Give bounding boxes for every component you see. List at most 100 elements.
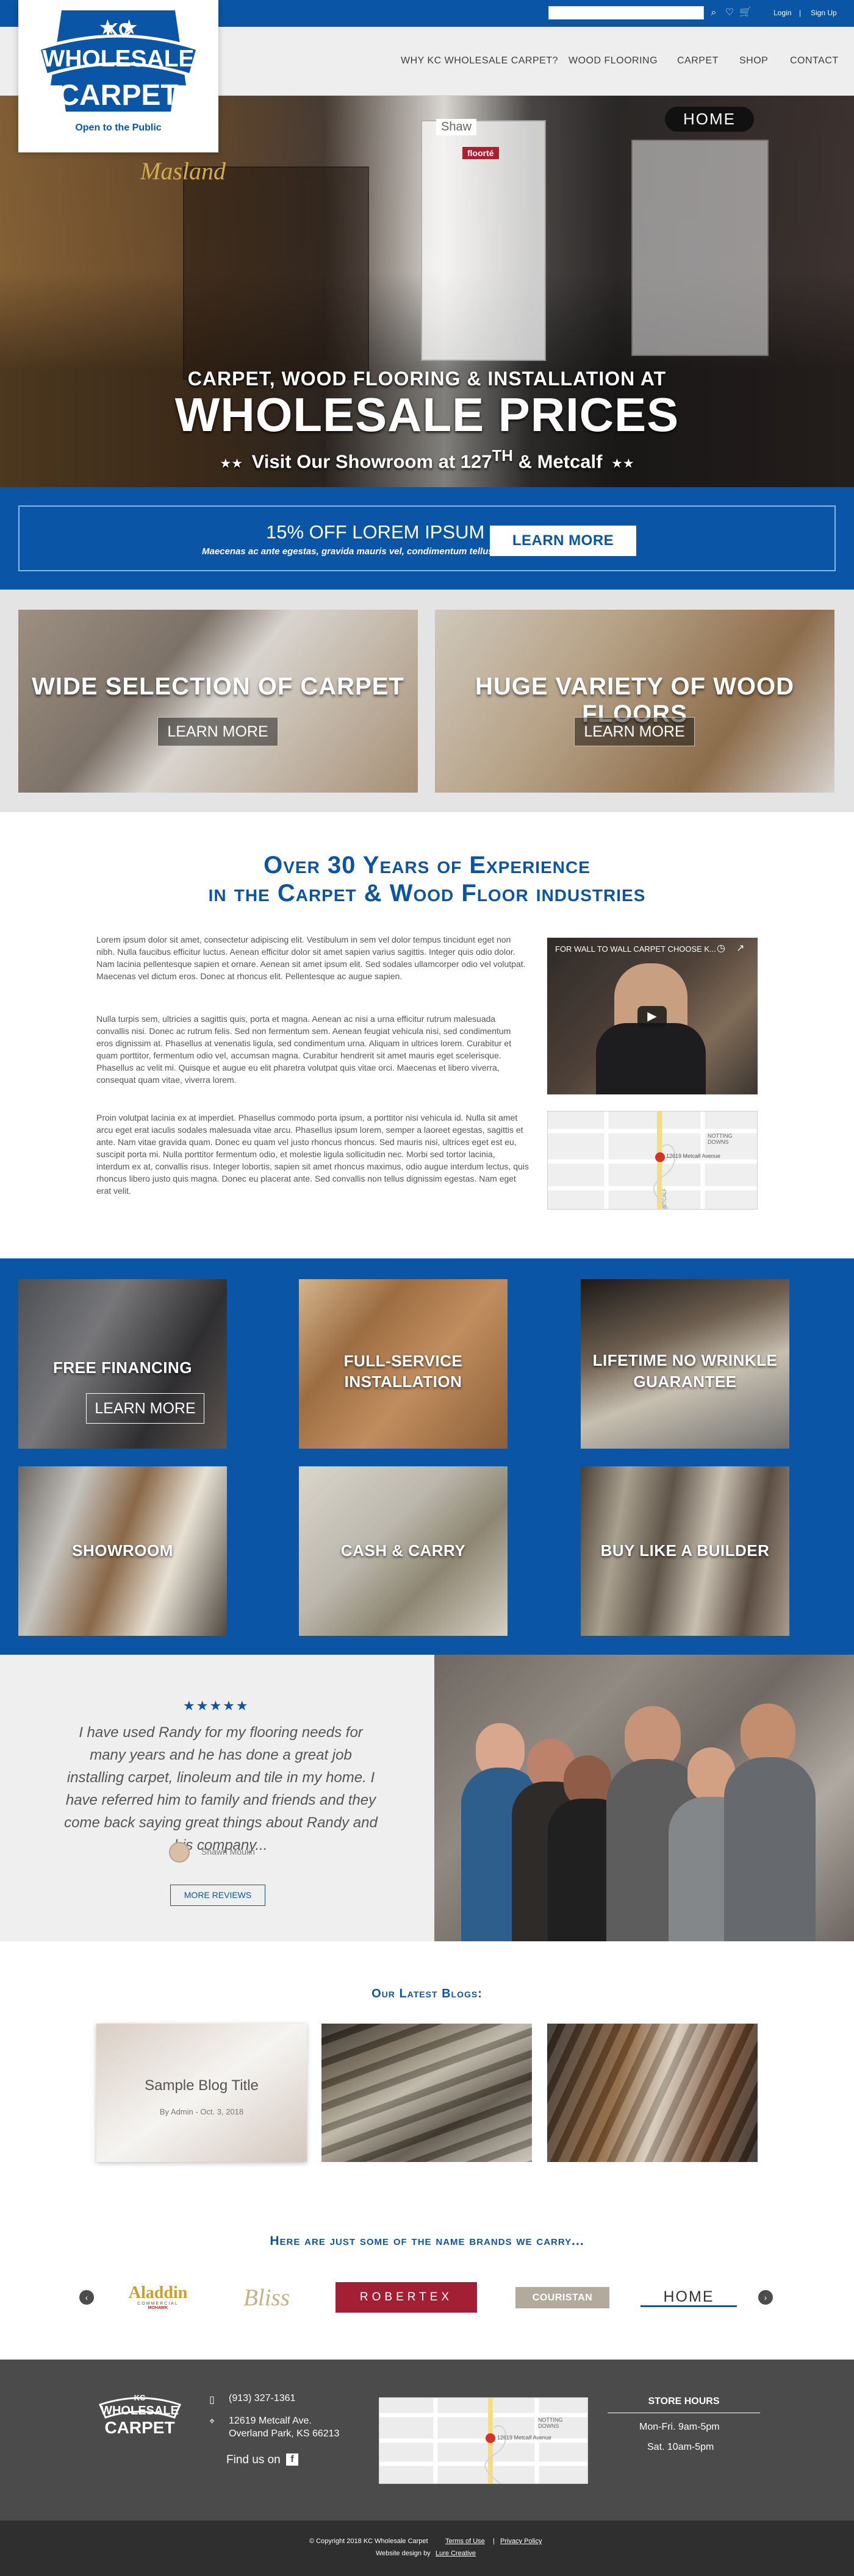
nav-item-wood-flooring[interactable]: WOOD FLOORING [569,55,658,67]
footer-logo-carpet: CARPET [104,2418,174,2437]
logo-tagline: Open to the Public [75,123,161,133]
display-panel-right [631,140,769,356]
map-area-label: NOTTING DOWNS [708,1133,733,1145]
blog-featured-meta: By Admin - Oct. 3, 2018 [159,2107,244,2116]
presenter-jacket [596,1023,706,1094]
blog-stairs-image [321,2024,532,2162]
footer-logo[interactable]: KC WHOLESALE CARPET [93,2391,187,2440]
nav-item-shop[interactable]: SHOP [739,55,768,67]
heart-icon[interactable]: ♡ [723,7,736,19]
share-icon[interactable]: ↗ [736,942,744,954]
feature-card-carpet[interactable]: WIDE SELECTION OF CARPET LEARN MORE [18,610,418,793]
footer-address-line-2: Overland Park, KS 66213 [229,2428,340,2439]
map-address-label: 12619 Metcalf Avenue [666,1153,720,1159]
intro-video[interactable]: FOR WALL TO WALL CARPET CHOOSE K... ▶ ◷ … [547,938,758,1094]
feature-learn-more-carpet[interactable]: LEARN MORE [157,717,278,746]
hero-title: WHOLESALE PRICES [174,388,680,441]
logo-badge-icon: ★ ★ KC WHOLESALE CARPET Open to the Publ… [37,10,200,133]
map-road-label: METCALF [662,1188,668,1210]
nav-item-contact[interactable]: CONTACT [790,55,839,67]
service-title-guarantee: LIFETIME NO WRINKLE GUARANTEE [581,1350,789,1393]
intro-paragraph-2: Nulla turpis sem, ultricies a sagittis q… [96,1014,512,1085]
promo-learn-more-button[interactable]: LEARN MORE [490,526,636,556]
showroom-prefix: Visit Our Showroom at 127 [251,451,492,473]
terms-link[interactable]: Terms of Use [445,2538,485,2545]
brand-logo-bliss[interactable]: Bliss [230,2282,303,2313]
store-hours-weekday: Mon-Fri. 9am-5pm [639,2422,720,2432]
search-input[interactable] [548,6,704,20]
feature-title-carpet: WIDE SELECTION OF CARPET [32,673,404,700]
blog-flooring-image [547,2024,758,2162]
facebook-icon[interactable]: f [286,2453,298,2466]
play-icon[interactable]: ▶ [637,1006,667,1027]
footer-map-address-label: 12619 Metcalf Avenue [497,2435,551,2441]
intro-title-line-1: Over 30 Years of Experience [264,852,590,879]
more-reviews-button[interactable]: MORE REVIEWS [170,1885,265,1906]
nav-item-carpet[interactable]: CARPET [677,55,719,67]
display-panel-left [183,166,369,380]
star-icon: ★★ [220,457,243,471]
service-title-builder: BUY LIKE A BUILDER [600,1541,770,1560]
star-icon: ★★ [611,457,634,471]
feature-learn-more-wood[interactable]: LEARN MORE [574,717,695,746]
brand-logo-home[interactable]: HOME [640,2288,737,2307]
chevron-right-icon[interactable]: › [758,2290,773,2305]
team-photo [434,1655,854,1941]
brand-sign-shaw: Shaw [436,119,477,135]
intro-title-line-2: in the Carpet & Wood Floor industries [208,880,646,907]
footer-phone[interactable]: (913) 327-1361 [229,2393,295,2404]
logo-carpet: CARPET [58,79,178,112]
feature-card-wood[interactable]: HUGE VARIETY OF WOOD FLOORS LEARN MORE [435,610,834,793]
clock-icon[interactable]: ◷ [717,942,725,954]
service-card-showroom[interactable]: SHOWROOM [18,1466,227,1636]
brand-logo-robertex[interactable]: ROBERTEX [336,2282,477,2313]
blog-featured-title[interactable]: Sample Blog Title [96,2077,307,2094]
chevron-left-icon[interactable]: ‹ [79,2290,94,2305]
site-logo[interactable]: ★ ★ KC WHOLESALE CARPET Open to the Publ… [18,0,218,152]
footer-logo-wholesale: WHOLESALE [101,2404,179,2417]
showroom-suffix: & Metcalf [512,451,603,473]
footer-bottom-bar [0,2521,854,2576]
service-card-guarantee[interactable]: LIFETIME NO WRINKLE GUARANTEE [581,1279,789,1449]
intro-paragraph-3: Proin volutpat lacinia ex at imperdiet. … [96,1113,529,1196]
service-card-cash-carry[interactable]: CASH & CARRY [299,1466,508,1636]
search-icon[interactable]: ⌕ [708,7,720,19]
team-person-head [741,1704,795,1766]
nav-item-why-kc[interactable]: WHY KC WHOLESALE CARPET? [401,55,558,67]
brand-sign-floorte: floorté [462,147,499,159]
store-hours-title: STORE HOURS [648,2396,720,2407]
design-credit-link[interactable]: Lure Creative [436,2550,476,2557]
store-map[interactable]: 12619 Metcalf Avenue METCALF NOTTING DOW… [547,1111,758,1210]
login-link[interactable]: Login [773,8,791,18]
blog-card-featured[interactable]: Sample Blog Title By Admin - Oct. 3, 201… [96,2024,307,2162]
privacy-link[interactable]: Privacy Policy [500,2538,542,2545]
service-card-installation[interactable]: FULL-SERVICE INSTALLATION [299,1279,508,1449]
footer-map[interactable]: 12619 Metcalf Avenue NOTTING DOWNS [379,2397,588,2484]
service-title-cash-carry: CASH & CARRY [340,1541,466,1560]
service-title-showroom: SHOWROOM [72,1541,173,1560]
blog-card-stairs[interactable] [321,2024,532,2162]
showroom-superscript: TH [492,448,513,465]
brand-aladdin-name: Aladdin [128,2283,188,2302]
blog-card-flooring[interactable] [547,2024,758,2162]
footer-map-drawing [379,2398,587,2483]
footer-logo-badge-icon: KC WHOLESALE CARPET [98,2393,182,2437]
brand-logo-couristan[interactable]: COURISTAN [515,2287,609,2308]
service-title-installation-line-2: INSTALLATION [344,1372,462,1391]
service-title-installation: FULL-SERVICE INSTALLATION [299,1350,508,1392]
footer-logo-kc: KC [134,2393,146,2402]
find-us-label: Find us on [226,2453,281,2466]
signup-link[interactable]: Sign Up [811,8,837,18]
hero-showroom-line: ★★ Visit Our Showroom at 127TH & Metcalf… [0,448,854,473]
intro-paragraph-1: Lorem ipsum dolor sit amet, consectetur … [96,935,526,981]
footer-address-line-1: 12619 Metcalf Ave. [229,2416,312,2426]
brand-sign-home: HOME [665,107,754,132]
cart-icon[interactable]: 🛒 [739,7,752,19]
service-card-financing[interactable]: FREE FINANCING LEARN MORE [18,1279,227,1449]
service-card-builder[interactable]: BUY LIKE A BUILDER [581,1466,789,1636]
brand-logo-aladdin[interactable]: Aladdin COMMERCIAL MOHAWK [121,2282,195,2313]
financing-learn-more-button[interactable]: LEARN MORE [86,1393,204,1424]
phone-icon: ▯ [209,2395,215,2405]
hero-subtitle: CARPET, WOOD FLOORING & INSTALLATION AT [187,368,667,390]
video-title: FOR WALL TO WALL CARPET CHOOSE K... [555,944,716,954]
